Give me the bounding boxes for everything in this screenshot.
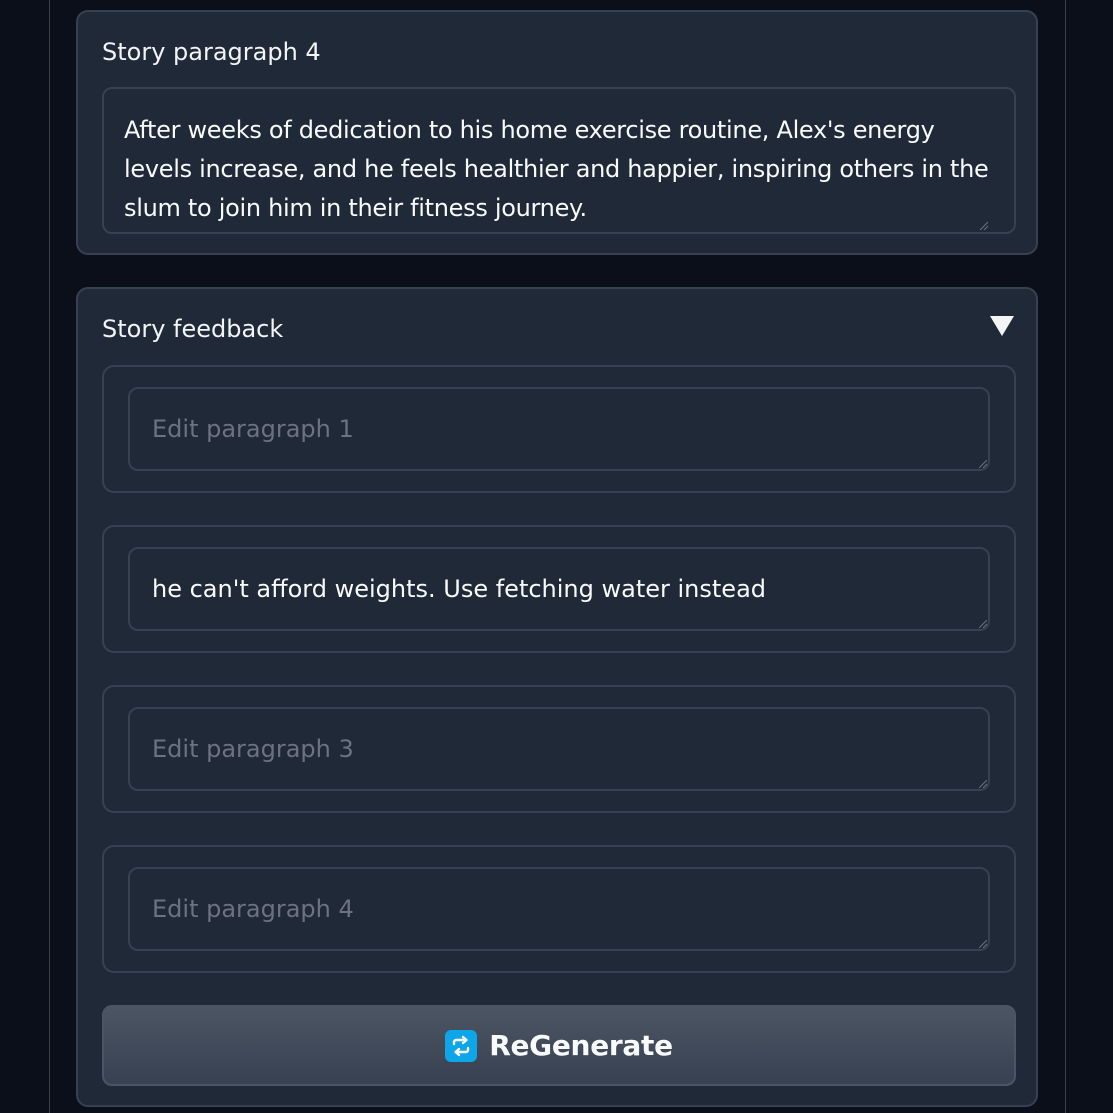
story-paragraph-label: Story paragraph 4 <box>102 38 321 66</box>
story-paragraph-panel: Story paragraph 4 After weeks of dedicat… <box>76 10 1038 255</box>
edit-paragraph-3-field[interactable] <box>128 707 990 791</box>
edit-paragraph-3-box <box>102 685 1016 813</box>
story-feedback-panel: Story feedback he can't afford weights. … <box>76 287 1038 1107</box>
regenerate-label: ReGenerate <box>489 1029 673 1062</box>
edit-paragraph-2-box: he can't afford weights. Use fetching wa… <box>102 525 1016 653</box>
column-divider-right <box>1065 0 1066 1113</box>
story-feedback-label: Story feedback <box>102 315 284 343</box>
page: Story paragraph 4 After weeks of dedicat… <box>0 0 1113 1113</box>
edit-paragraph-1-field[interactable] <box>128 387 990 471</box>
edit-paragraph-2-field[interactable]: he can't afford weights. Use fetching wa… <box>128 547 990 631</box>
triangle-down-icon[interactable] <box>990 316 1014 336</box>
repeat-icon <box>445 1029 478 1062</box>
story-paragraph-textarea[interactable]: After weeks of dedication to his home ex… <box>102 87 1016 234</box>
edit-paragraph-4-field[interactable] <box>128 867 990 951</box>
column-divider-left <box>49 0 50 1113</box>
edit-paragraph-4-box <box>102 845 1016 973</box>
regenerate-button[interactable]: ReGenerate <box>102 1005 1016 1086</box>
edit-paragraph-1-box <box>102 365 1016 493</box>
